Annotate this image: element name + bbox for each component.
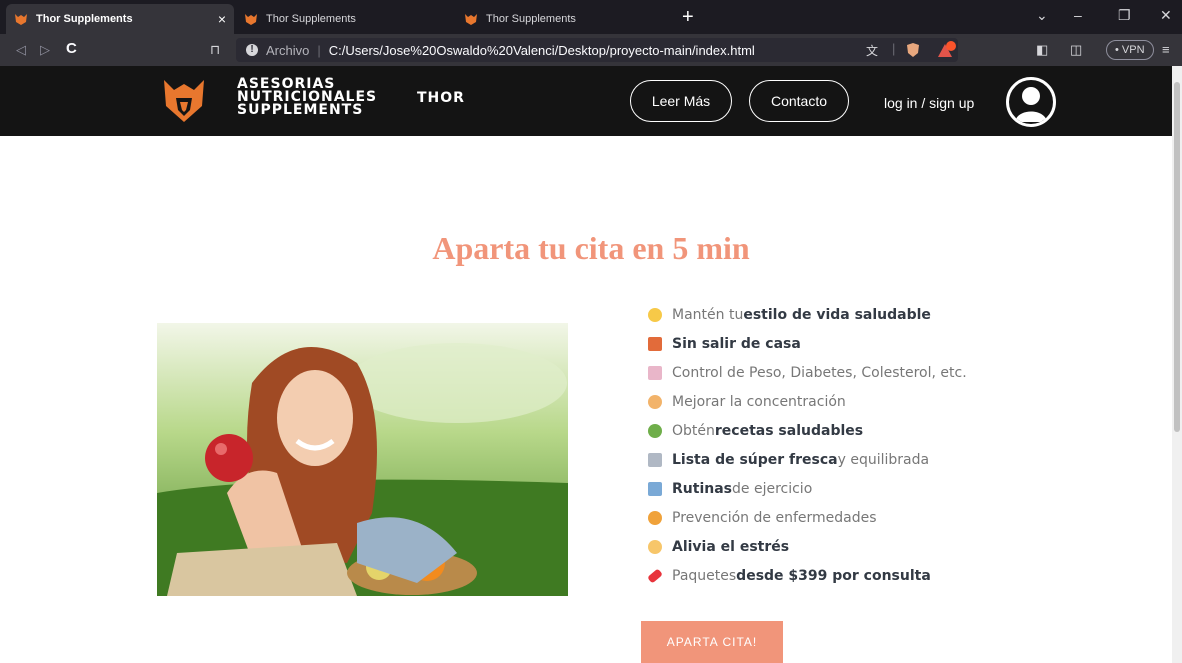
feature-bold-text: Lista de súper fresca bbox=[672, 451, 838, 468]
salad-emoji-icon bbox=[648, 423, 662, 438]
close-window-icon[interactable]: ✕ bbox=[1160, 7, 1172, 24]
relieved-emoji-icon bbox=[648, 539, 662, 554]
forward-icon[interactable]: ▷ bbox=[40, 42, 50, 58]
site-header: ASESORIAS NUTRICIONALES SUPPLEMENTS THOR… bbox=[0, 66, 1172, 136]
aparta-cita-button[interactable]: APARTA CITA! bbox=[641, 621, 783, 663]
contacto-button[interactable]: Contacto bbox=[749, 80, 849, 122]
feature-item: Paquetes desde $399 por consulta bbox=[647, 561, 967, 590]
wallet-icon[interactable]: ◫ bbox=[1070, 42, 1082, 58]
feature-item: Mejorar la concentración bbox=[648, 387, 967, 416]
feature-text: Prevención de enfermedades bbox=[672, 509, 877, 526]
feature-item: Mantén tu estilo de vida saludable bbox=[648, 300, 967, 329]
thor-favicon-icon bbox=[464, 12, 478, 26]
feature-bold-text: desde $399 por consulta bbox=[736, 567, 931, 584]
bookmark-icon[interactable]: ⊓ bbox=[210, 42, 220, 58]
reload-icon[interactable]: C bbox=[66, 40, 77, 57]
pill-emoji-icon bbox=[647, 567, 663, 584]
brand-thor: THOR bbox=[417, 90, 465, 106]
feature-bold-text: Rutinas bbox=[672, 480, 732, 497]
cart-emoji-icon bbox=[648, 452, 662, 467]
url-scheme-label: Archivo bbox=[266, 42, 310, 58]
page-headline: Aparta tu cita en 5 min bbox=[432, 230, 750, 266]
new-tab-button[interactable]: + bbox=[682, 6, 694, 29]
feature-text: de ejercicio bbox=[732, 480, 813, 497]
tab-title: Thor Supplements bbox=[486, 13, 576, 25]
feature-bold-text: Sin salir de casa bbox=[672, 335, 801, 352]
menu-icon[interactable]: ≡ bbox=[1162, 42, 1170, 57]
sidebar-icon[interactable]: ◧ bbox=[1036, 42, 1048, 58]
leer-mas-button[interactable]: Leer Más bbox=[630, 80, 732, 122]
back-icon[interactable]: ◁ bbox=[16, 42, 26, 58]
runner-emoji-icon bbox=[648, 481, 662, 496]
feature-text: Mantén tu bbox=[672, 306, 744, 323]
close-tab-icon[interactable]: × bbox=[218, 11, 226, 27]
feature-item: Sin salir de casa bbox=[648, 329, 967, 358]
feature-text: Paquetes bbox=[672, 567, 737, 584]
woman-with-apple-image bbox=[157, 323, 568, 596]
feature-bold-text: Alivia el estrés bbox=[672, 538, 790, 555]
tab-list-chevron-icon[interactable]: ⌄ bbox=[1036, 7, 1048, 24]
browser-tab-bar: Thor Supplements × Thor Supplements Thor… bbox=[0, 0, 1182, 34]
url-text[interactable]: C:/Users/Jose%20Oswaldo%20Valenci/Deskto… bbox=[329, 43, 755, 58]
tab-title: Thor Supplements bbox=[266, 13, 356, 25]
url-separator: | bbox=[317, 42, 321, 58]
feature-text: Mejorar la concentración bbox=[672, 393, 846, 410]
smile-emoji-icon bbox=[648, 307, 662, 322]
feature-list: Mantén tu estilo de vida saludable Sin s… bbox=[647, 300, 967, 590]
feature-text: Obtén bbox=[672, 422, 715, 439]
feature-bold-text: estilo de vida saludable bbox=[743, 306, 931, 323]
chart-emoji-icon bbox=[648, 365, 662, 380]
nerd-emoji-icon bbox=[648, 394, 662, 409]
tab-thor-supplements-2[interactable]: Thor Supplements bbox=[236, 4, 456, 34]
mask-emoji-icon bbox=[648, 510, 662, 525]
feature-item: Prevención de enfermedades bbox=[648, 503, 967, 532]
brave-shield-icon[interactable] bbox=[906, 42, 920, 58]
tab-title: Thor Supplements bbox=[36, 13, 133, 25]
site-info-icon[interactable]: ! bbox=[246, 44, 258, 56]
translate-icon[interactable]: 文 bbox=[866, 42, 878, 59]
tab-thor-supplements-3[interactable]: Thor Supplements bbox=[456, 4, 676, 34]
feature-text: y equilibrada bbox=[837, 451, 930, 468]
feature-item: Obtén recetas saludables bbox=[648, 416, 967, 445]
brave-rewards-icon[interactable] bbox=[936, 41, 956, 59]
tab-thor-supplements-active[interactable]: Thor Supplements × bbox=[6, 4, 234, 34]
restore-icon[interactable]: ❐ bbox=[1118, 7, 1131, 24]
divider: | bbox=[892, 41, 896, 56]
page-scrollbar[interactable] bbox=[1172, 66, 1182, 663]
feature-bold-text: recetas saludables bbox=[714, 422, 864, 439]
thor-favicon-icon bbox=[244, 12, 258, 26]
login-signup-link[interactable]: log in / sign up bbox=[884, 95, 974, 111]
feature-item: Alivia el estrés bbox=[648, 532, 967, 561]
minimize-icon[interactable]: – bbox=[1074, 7, 1082, 23]
feature-text: Control de Peso, Diabetes, Colesterol, e… bbox=[672, 364, 967, 381]
browser-address-bar: ◁ ▷ C ⊓ ! Archivo | C:/Users/Jose%20Oswa… bbox=[0, 34, 1182, 66]
feature-item: Lista de súper fresca y equilibrada bbox=[648, 445, 967, 474]
vpn-button[interactable]: • VPN bbox=[1106, 40, 1154, 60]
feature-item: Control de Peso, Diabetes, Colesterol, e… bbox=[648, 358, 967, 387]
user-avatar-icon[interactable] bbox=[1006, 77, 1056, 127]
thor-favicon-icon bbox=[14, 12, 28, 26]
house-emoji-icon bbox=[648, 336, 662, 351]
brand-name: ASESORIAS NUTRICIONALES SUPPLEMENTS THOR bbox=[237, 77, 464, 118]
feature-item: Rutinas de ejercicio bbox=[648, 474, 967, 503]
url-field[interactable]: ! Archivo | C:/Users/Jose%20Oswaldo%20Va… bbox=[236, 38, 958, 62]
brand-line: SUPPLEMENTS bbox=[237, 102, 364, 118]
thor-logo-icon[interactable] bbox=[162, 76, 206, 124]
